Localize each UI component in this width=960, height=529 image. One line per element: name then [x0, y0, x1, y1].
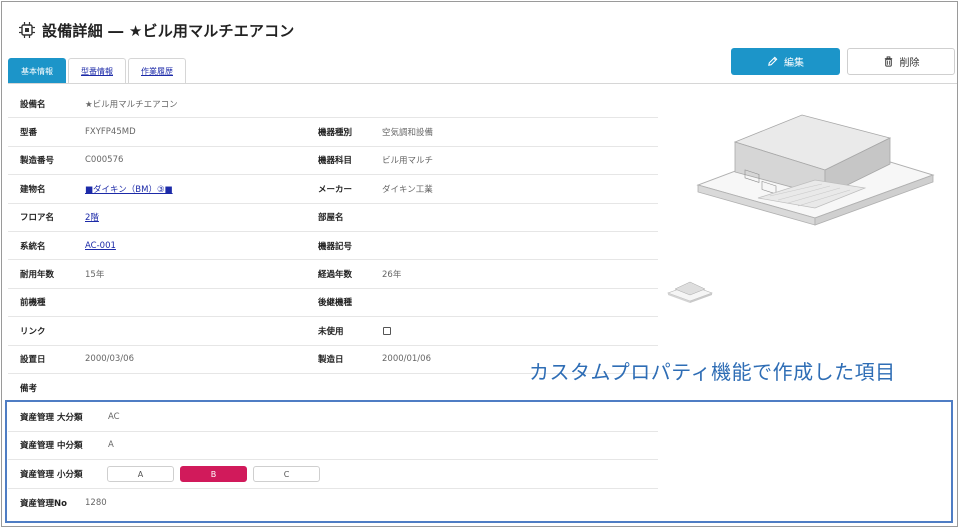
asset-minor-label: 資産管理 小分類 [20, 469, 83, 480]
serial-value: C000576 [85, 155, 124, 166]
predecessor-label: 前機種 [20, 298, 46, 309]
building-link[interactable]: ■ダイキン（BM）③■ [85, 175, 173, 202]
symbol-label: 機器記号 [318, 241, 353, 252]
row-system: 系統名 AC-001 機器記号 [8, 232, 658, 261]
notes-label: 備考 [20, 384, 38, 395]
system-link[interactable]: AC-001 [85, 232, 116, 259]
type-label: 機器種別 [318, 128, 353, 139]
row-serial: 製造番号 C000576 機器科目 ビル用マルチ [8, 147, 658, 176]
edit-button-label: 編集 [784, 58, 804, 69]
asset-major-label: 資産管理 大分類 [20, 412, 83, 423]
asset-no-label: 資産管理No [20, 498, 67, 509]
air-conditioner-image [696, 114, 935, 226]
unused-checkbox[interactable] [383, 327, 391, 336]
row-link: リンク 未使用 [8, 317, 658, 346]
row-asset-middle: 資産管理 中分類 A [8, 432, 658, 460]
row-equipment-name: 設備名 ★ビル用マルチエアコン [8, 90, 658, 119]
equipment-name-value: ★ビル用マルチエアコン [85, 99, 178, 110]
category-label: 機器科目 [318, 156, 353, 167]
type-value: 空気調和設備 [382, 128, 434, 139]
pencil-icon [768, 56, 778, 66]
tab-divider [8, 83, 957, 84]
asset-minor-option-c[interactable]: C [253, 466, 320, 482]
room-label: 部屋名 [318, 213, 344, 224]
asset-minor-option-a[interactable]: A [107, 466, 174, 482]
manufacture-date-label: 製造日 [318, 355, 344, 366]
delete-button-label: 削除 [899, 58, 920, 69]
maker-value: ダイキン工業 [382, 184, 433, 195]
chip-icon [19, 22, 35, 38]
tab-bar: 基本情報 型番情報 作業履歴 [8, 58, 186, 84]
row-building: 建物名 ■ダイキン（BM）③■ メーカー ダイキン工業 [8, 175, 658, 204]
install-date-label: 設置日 [20, 355, 46, 366]
page-title: 設備詳細 ― ★ビル用マルチエアコン [42, 21, 295, 40]
system-label: 系統名 [20, 241, 46, 252]
asset-minor-option-b[interactable]: B [180, 466, 247, 482]
model-label: 型番 [20, 128, 38, 139]
custom-property-callout: カスタムプロパティ機能で作成した項目 [529, 360, 896, 384]
row-asset-minor: 資産管理 小分類 A B C [8, 460, 658, 489]
building-label: 建物名 [20, 184, 46, 195]
category-value: ビル用マルチ [382, 156, 434, 167]
row-floor: フロア名 2階 部屋名 [8, 204, 658, 232]
asset-minor-selector: A B C [107, 466, 320, 482]
service-life-value: 15年 [85, 270, 105, 281]
row-model: 型番 FXYFP45MD 機器種別 空気調和設備 [8, 118, 658, 147]
tab-work-history[interactable]: 作業履歴 [128, 58, 186, 84]
tab-basic-info[interactable]: 基本情報 [8, 58, 66, 84]
equipment-name-label: 設備名 [20, 99, 46, 110]
model-value: FXYFP45MD [85, 127, 136, 138]
serial-label: 製造番号 [20, 156, 55, 167]
row-asset-major: 資産管理 大分類 AC [8, 403, 658, 432]
elapsed-label: 経過年数 [318, 270, 353, 281]
row-asset-no: 資産管理No 1280 [8, 489, 658, 518]
row-predecessor: 前機種 後継機種 [8, 289, 658, 318]
install-date-value: 2000/03/06 [85, 354, 134, 365]
trash-icon [884, 56, 892, 67]
floor-link[interactable]: 2階 [85, 204, 99, 231]
elapsed-value: 26年 [382, 270, 402, 281]
asset-major-value: AC [108, 411, 120, 422]
air-conditioner-thumbnail[interactable] [665, 275, 715, 307]
link-label: リンク [20, 326, 46, 337]
manufacture-date-value: 2000/01/06 [382, 354, 431, 365]
asset-middle-label: 資産管理 中分類 [20, 441, 83, 452]
custom-property-table: 資産管理 大分類 AC 資産管理 中分類 A 資産管理 小分類 A B C 資産… [8, 403, 658, 517]
edit-button[interactable]: 編集 [731, 48, 840, 75]
service-life-label: 耐用年数 [20, 270, 55, 281]
unused-label: 未使用 [318, 326, 344, 337]
row-service-life: 耐用年数 15年 経過年数 26年 [8, 260, 658, 289]
maker-label: メーカー [318, 184, 353, 195]
tab-model-info[interactable]: 型番情報 [68, 58, 126, 84]
delete-button[interactable]: 削除 [847, 48, 955, 75]
asset-middle-value: A [108, 440, 114, 451]
floor-label: フロア名 [20, 213, 55, 224]
asset-no-value: 1280 [85, 497, 107, 508]
successor-label: 後継機種 [318, 298, 353, 309]
page-header: 設備詳細 ― ★ビル用マルチエアコン [18, 18, 295, 42]
